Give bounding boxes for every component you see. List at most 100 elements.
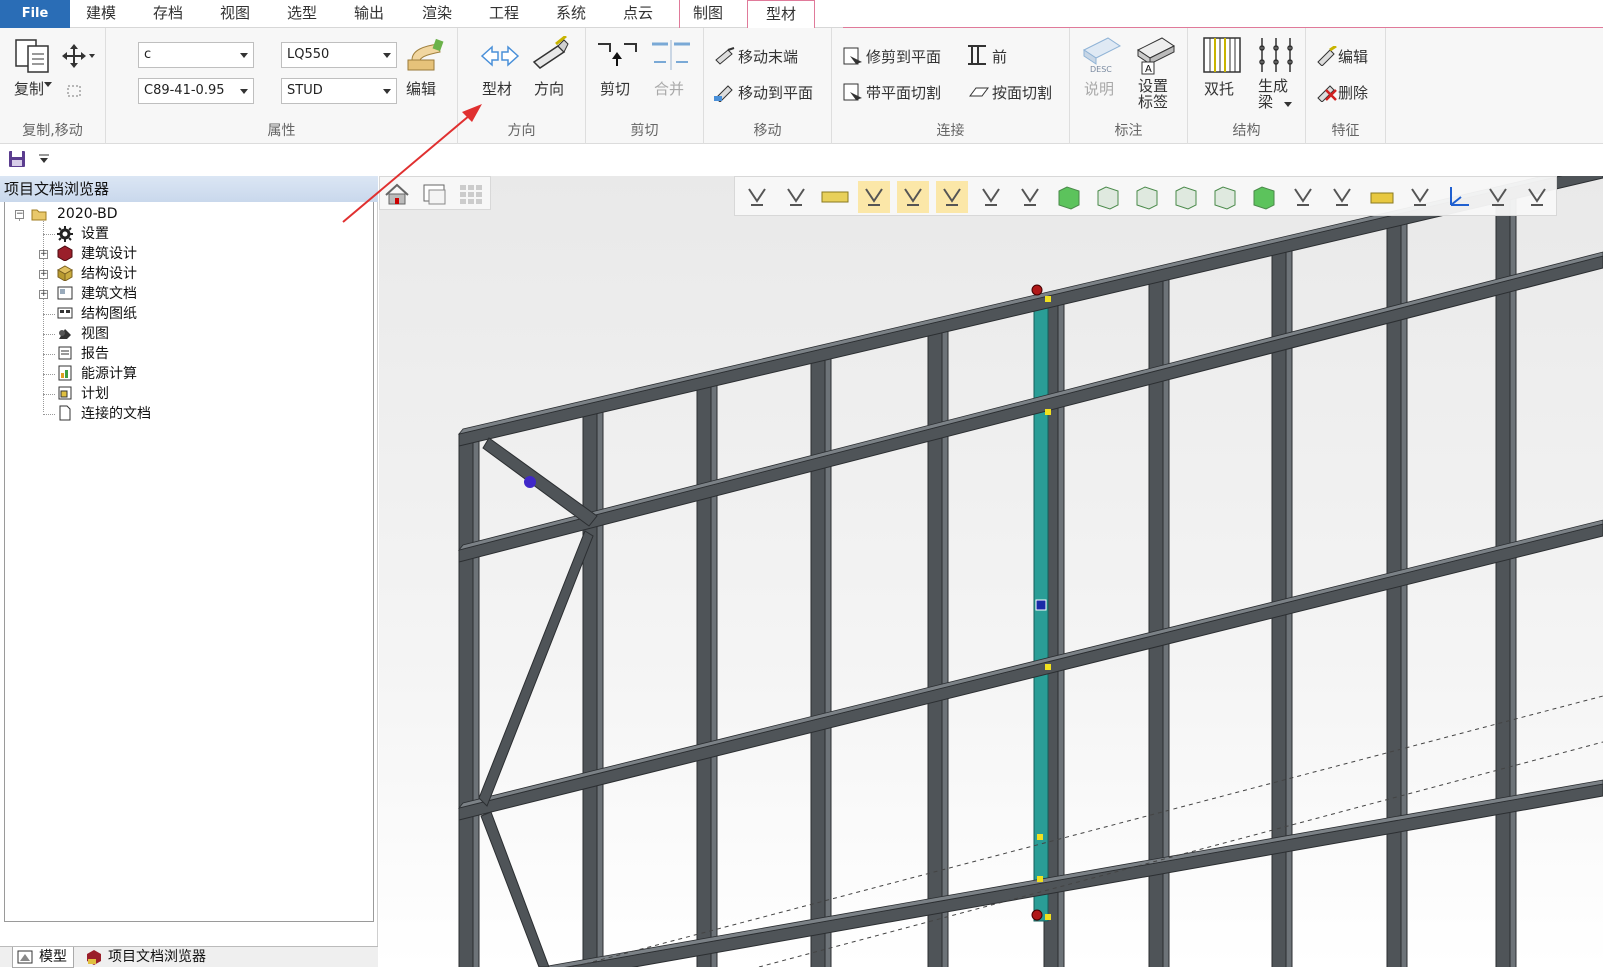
copy-icon[interactable] — [14, 38, 54, 74]
tree-item-plan[interactable]: 计划 — [81, 384, 109, 404]
section-select[interactable]: C89-41-0.95 — [138, 78, 254, 104]
tab-selection[interactable]: 选型 — [287, 0, 317, 28]
rotate-select-icon[interactable] — [780, 181, 812, 213]
properties-edit-button[interactable]: 编辑 — [406, 78, 436, 99]
description-icon[interactable]: DESC — [1082, 36, 1122, 76]
tree-item-settings[interactable]: 设置 — [81, 224, 109, 244]
direction-button[interactable]: 方向 — [534, 78, 564, 99]
tab-output[interactable]: 输出 — [354, 0, 384, 28]
home-view-icon[interactable] — [382, 179, 412, 209]
profile-type-select[interactable]: c — [138, 42, 254, 68]
list-icon[interactable] — [1287, 181, 1319, 213]
material-select[interactable]: LQ550 — [281, 42, 397, 68]
double-stud-button[interactable]: 双托 — [1204, 78, 1234, 99]
tab-view[interactable]: 视图 — [220, 0, 250, 28]
stack-icon[interactable] — [1365, 181, 1397, 213]
move-to-plane-icon[interactable] — [714, 82, 736, 102]
grid-view-icon[interactable] — [456, 179, 486, 209]
tab-render[interactable]: 渲染 — [422, 0, 452, 28]
tree-item-architecture-docs[interactable]: 建筑文档 — [81, 284, 137, 304]
qat-customize-icon[interactable] — [38, 154, 50, 164]
set-label-button[interactable]: 设置 标签 — [1138, 78, 1168, 110]
filter-icon[interactable] — [1014, 181, 1046, 213]
iso-cube-icon[interactable] — [1209, 181, 1241, 213]
section-icon[interactable] — [1482, 181, 1514, 213]
edit-hand-icon[interactable] — [404, 38, 444, 72]
tab-model[interactable]: 模型 — [12, 947, 74, 968]
set-label-icon[interactable]: A — [1136, 36, 1178, 76]
feature-delete-button[interactable]: 删除 — [1338, 82, 1368, 103]
tab-pointcloud[interactable]: 点云 — [623, 0, 653, 28]
double-stud-icon[interactable] — [1202, 36, 1242, 76]
copy-button[interactable]: 复制 — [14, 78, 44, 99]
generate-beam-dropdown-icon[interactable] — [1284, 102, 1292, 108]
layers-icon[interactable] — [1326, 181, 1358, 213]
move-end-icon[interactable] — [714, 46, 736, 66]
move-icon[interactable] — [62, 44, 96, 68]
side-face-icon[interactable] — [1131, 181, 1163, 213]
profile-arrows-icon[interactable] — [480, 44, 520, 68]
feature-edit-icon[interactable] — [1316, 46, 1338, 66]
cut-by-plane-icon[interactable] — [968, 84, 990, 100]
tree-item-linked-docs[interactable]: 连接的文档 — [81, 404, 151, 424]
copy-dropdown-icon[interactable] — [44, 80, 52, 88]
axis-icon[interactable] — [1443, 181, 1475, 213]
stud-member — [582, 400, 598, 967]
save-icon[interactable] — [8, 150, 26, 168]
tab-system[interactable]: 系统 — [556, 0, 586, 28]
mirror-icon[interactable] — [64, 84, 84, 98]
pin-icon[interactable] — [741, 181, 773, 213]
feature-edit-button[interactable]: 编辑 — [1338, 46, 1368, 67]
select-edge-icon[interactable] — [897, 181, 929, 213]
tab-modeling[interactable]: 建模 — [86, 0, 116, 28]
file-menu-button[interactable]: File — [0, 0, 70, 28]
member-type-select[interactable]: STUD — [281, 78, 397, 104]
cut-button[interactable]: 剪切 — [600, 78, 630, 99]
ruler-icon[interactable] — [819, 181, 851, 213]
tree-item-views[interactable]: 视图 — [81, 324, 109, 344]
feature-delete-icon[interactable] — [1316, 82, 1338, 102]
select-group-icon[interactable] — [975, 181, 1007, 213]
tree-item-energy[interactable]: 能源计算 — [81, 364, 137, 384]
back-face-icon[interactable] — [1170, 181, 1202, 213]
tree-item-structure-design[interactable]: 结构设计 — [81, 264, 137, 284]
trim-to-plane-icon[interactable] — [842, 46, 864, 66]
cut-by-plane-button[interactable]: 按面切割 — [992, 82, 1052, 103]
cut-with-plane-icon[interactable] — [842, 82, 864, 102]
merge-button[interactable]: 合并 — [654, 78, 684, 99]
frame-wall-model[interactable] — [379, 176, 1603, 967]
expand-toggle[interactable]: + — [39, 290, 48, 299]
tree-item-architecture-design[interactable]: 建筑设计 — [81, 244, 137, 264]
move-to-plane-button[interactable]: 移动到平面 — [738, 82, 813, 103]
window-view-icon[interactable] — [420, 179, 450, 209]
tree-item-reports[interactable]: 报告 — [81, 344, 109, 364]
profile-button[interactable]: 型材 — [482, 78, 512, 99]
front-button[interactable]: 前 — [992, 46, 1007, 67]
tab-project-browser[interactable]: 项目文档浏览器 — [82, 947, 206, 968]
tab-profile[interactable]: 型材 — [747, 0, 816, 29]
tab-project[interactable]: 工程 — [489, 0, 519, 28]
erase-icon[interactable] — [1404, 181, 1436, 213]
select-cube-icon[interactable] — [1248, 181, 1280, 213]
front-face-icon[interactable] — [1092, 181, 1124, 213]
tree-item-structure-drawings[interactable]: 结构图纸 — [81, 304, 137, 324]
description-button[interactable]: 说明 — [1084, 78, 1114, 99]
cut-with-plane-button[interactable]: 带平面切割 — [866, 82, 941, 103]
export-icon[interactable] — [1521, 181, 1553, 213]
move-end-button[interactable]: 移动末端 — [738, 46, 798, 67]
direction-beam-icon[interactable] — [530, 36, 570, 74]
expand-toggle[interactable]: + — [39, 270, 48, 279]
select-point-icon[interactable] — [858, 181, 890, 213]
cut-icon[interactable] — [596, 40, 638, 72]
tab-archive[interactable]: 存档 — [153, 0, 183, 28]
tab-drafting[interactable]: 制图 — [693, 0, 723, 28]
trim-to-plane-button[interactable]: 修剪到平面 — [866, 46, 941, 67]
select-face-icon[interactable] — [936, 181, 968, 213]
front-icon[interactable] — [968, 44, 990, 66]
generate-beam-icon[interactable] — [1256, 36, 1296, 76]
3d-viewport[interactable] — [379, 176, 1603, 967]
tree-root[interactable]: 2020-BD — [57, 204, 118, 224]
expand-toggle[interactable]: + — [39, 250, 48, 259]
root-collapse-toggle[interactable]: − — [15, 210, 24, 219]
solid-view-icon[interactable] — [1053, 181, 1085, 213]
